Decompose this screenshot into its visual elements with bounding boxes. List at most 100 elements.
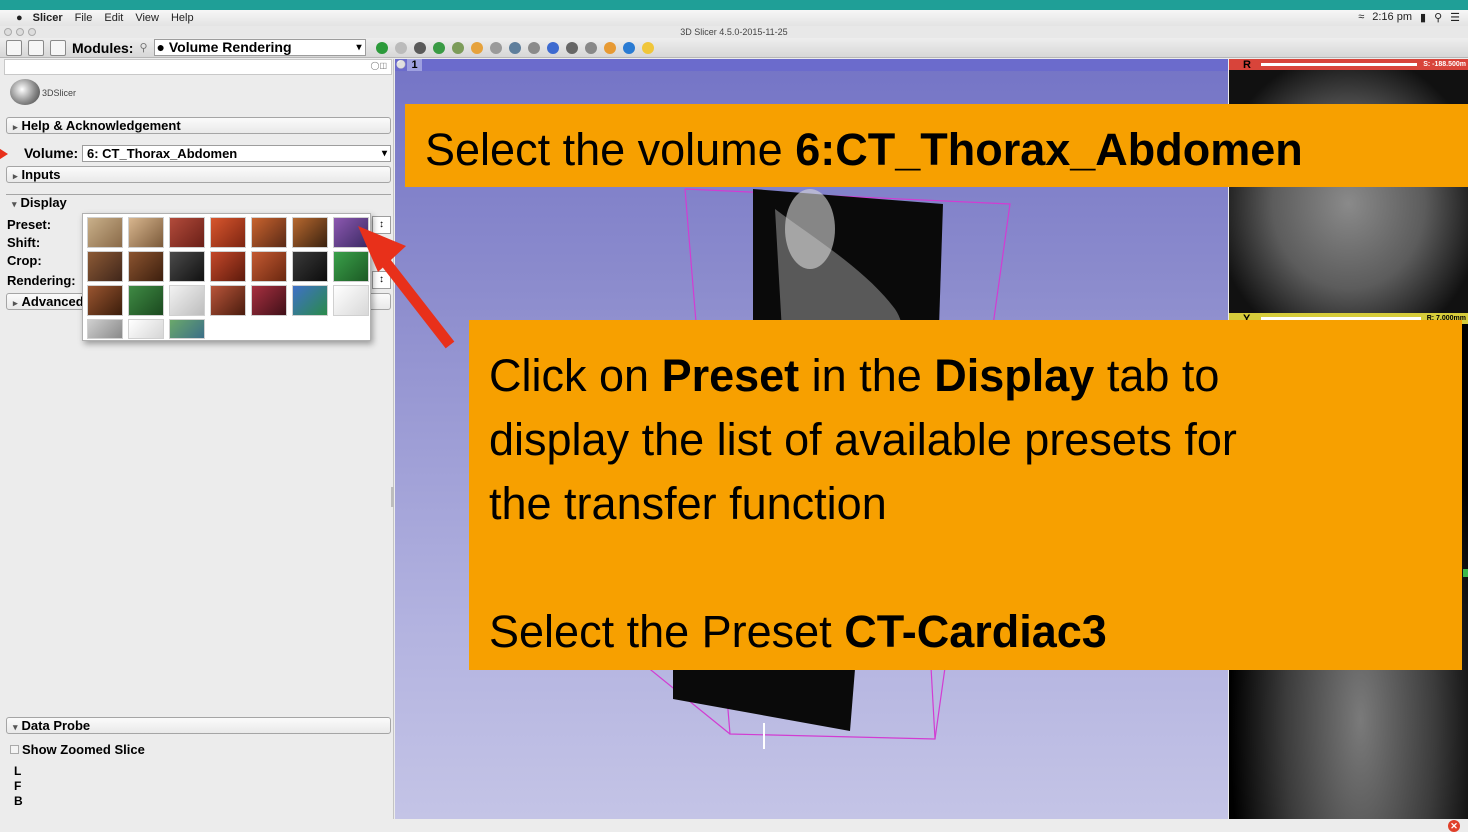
module-selected: Volume Rendering <box>168 39 292 55</box>
red-slice-slider[interactable] <box>1261 63 1418 66</box>
python-console-icon[interactable] <box>622 41 635 54</box>
rendering-label: Rendering: <box>7 273 76 288</box>
save-icon[interactable] <box>50 39 66 56</box>
help-section[interactable]: ▸ Help & Acknowledgement <box>6 117 391 134</box>
toolbar-tools <box>375 41 654 54</box>
data-probe-section[interactable]: ▾ Data Probe <box>6 717 391 734</box>
callout-preset-instructions: Click on Preset in the Display tab to di… <box>469 320 1462 670</box>
preset-thumb[interactable] <box>210 285 246 316</box>
preset-thumb[interactable] <box>169 217 205 248</box>
collapse-icon: ▾ <box>12 199 17 209</box>
preset-thumb[interactable] <box>128 217 164 248</box>
inputs-section[interactable]: ▸ Inputs <box>6 166 391 183</box>
callout2-line2: display the list of available presets fo… <box>489 414 1237 465</box>
display-label: Display <box>20 195 67 210</box>
red-arrow <box>358 226 455 349</box>
wifi-icon[interactable]: ≈ <box>1358 11 1364 24</box>
volume-value: 6: CT_Thorax_Abdomen <box>87 146 238 161</box>
coord-f: F <box>14 779 22 793</box>
callout2-line3: the transfer function <box>489 478 887 529</box>
error-log-icon[interactable]: ✕ <box>1448 820 1460 832</box>
module-selector[interactable]: ● Volume Rendering ▾ <box>153 39 366 56</box>
preset-thumb[interactable] <box>169 251 205 282</box>
callout1-text: Select the volume <box>425 124 796 175</box>
preset-thumb[interactable] <box>87 217 123 248</box>
menu-file[interactable]: File <box>75 12 93 24</box>
logo-text: 3DSlicer <box>42 88 77 98</box>
preset-thumb[interactable] <box>292 251 328 282</box>
callout2-text: Select the Preset <box>489 606 845 657</box>
menu-edit[interactable]: Edit <box>104 12 123 24</box>
callout1-bold: 6:CT_Thorax_Abdomen <box>795 124 1303 175</box>
red-slice-value: S: -188.500m <box>1423 61 1466 68</box>
display-section[interactable]: ▾ Display <box>6 194 391 211</box>
preset-thumb[interactable] <box>251 251 287 282</box>
callout2-bold-preset: Preset <box>661 350 800 401</box>
preset-label: Preset: <box>7 217 52 232</box>
battery-icon[interactable]: ▮ <box>1420 11 1426 24</box>
editor-icon[interactable] <box>489 41 502 54</box>
preset-thumb[interactable] <box>169 285 205 316</box>
green-slice-tab[interactable] <box>1463 569 1468 577</box>
load-data-icon[interactable] <box>6 39 22 56</box>
place-fiducial-icon[interactable] <box>603 41 616 54</box>
inputs-label: Inputs <box>21 167 61 182</box>
preset-thumb[interactable] <box>87 251 123 282</box>
preset-thumb[interactable] <box>210 217 246 248</box>
app-menu[interactable]: Slicer <box>33 12 63 24</box>
search-icon[interactable]: ⚲ <box>139 41 147 54</box>
preset-thumb[interactable] <box>87 285 123 316</box>
preset-thumb[interactable] <box>251 217 287 248</box>
models-icon[interactable] <box>470 41 483 54</box>
preset-thumb[interactable] <box>210 251 246 282</box>
preset-thumb[interactable] <box>128 251 164 282</box>
segment-icon[interactable] <box>432 41 445 54</box>
panel-float-icon[interactable]: ◯◫ <box>370 61 387 70</box>
forward-icon[interactable] <box>394 41 407 54</box>
clock[interactable]: 2:16 pm <box>1372 11 1412 24</box>
preset-thumb[interactable] <box>87 319 123 339</box>
help-label: Help & Acknowledgement <box>21 118 181 133</box>
mouse-mode-icon[interactable] <box>584 41 597 54</box>
layout-icon[interactable] <box>527 41 540 54</box>
preset-thumb[interactable] <box>169 319 205 339</box>
preset-thumb[interactable] <box>128 285 164 316</box>
volume-rendering-icon[interactable] <box>413 41 426 54</box>
chevron-down-icon: ▾ <box>356 42 362 53</box>
coord-l: L <box>14 764 22 778</box>
ct-slice-lower <box>673 669 855 731</box>
screenshot-icon[interactable] <box>565 41 578 54</box>
python-icon[interactable] <box>641 41 654 54</box>
callout2-text: tab to <box>1094 350 1220 401</box>
menu-help[interactable]: Help <box>171 12 194 24</box>
extension-icon[interactable] <box>508 41 521 54</box>
notification-icon[interactable]: ☰ <box>1450 11 1460 24</box>
apple-icon[interactable]: ● <box>16 12 23 24</box>
callout2-text: in the <box>799 350 935 401</box>
markups-icon[interactable] <box>451 41 464 54</box>
preset-thumb[interactable] <box>292 285 328 316</box>
back-icon[interactable] <box>375 41 388 54</box>
show-zoomed-checkbox[interactable] <box>10 745 19 754</box>
load-dicom-icon[interactable] <box>28 39 44 56</box>
arrow-shaft <box>375 251 455 349</box>
minimize-window-button[interactable] <box>16 28 24 36</box>
panel-splitter[interactable] <box>391 487 394 507</box>
arrow-head <box>358 226 406 272</box>
preset-thumb[interactable] <box>292 217 328 248</box>
preset-thumb[interactable] <box>251 285 287 316</box>
data-probe-label: Data Probe <box>21 718 91 733</box>
menu-extras: ≈ 2:16 pm ▮ ⚲ ☰ <box>1358 11 1460 24</box>
spotlight-icon[interactable]: ⚲ <box>1434 11 1442 24</box>
preset-thumb[interactable] <box>128 319 164 339</box>
close-window-button[interactable] <box>4 28 12 36</box>
zoom-window-button[interactable] <box>28 28 36 36</box>
crosshair-icon[interactable] <box>546 41 559 54</box>
expand-icon: ▸ <box>13 122 18 132</box>
red-slice-bar: R S: -188.500m <box>1229 59 1468 70</box>
coord-b: B <box>14 794 23 808</box>
toolbar: Modules: ⚲ ● Volume Rendering ▾ <box>0 38 1468 58</box>
volume-selector[interactable]: 6: CT_Thorax_Abdomen ▾ <box>82 145 391 162</box>
modules-label: Modules: <box>72 39 134 56</box>
menu-view[interactable]: View <box>135 12 159 24</box>
